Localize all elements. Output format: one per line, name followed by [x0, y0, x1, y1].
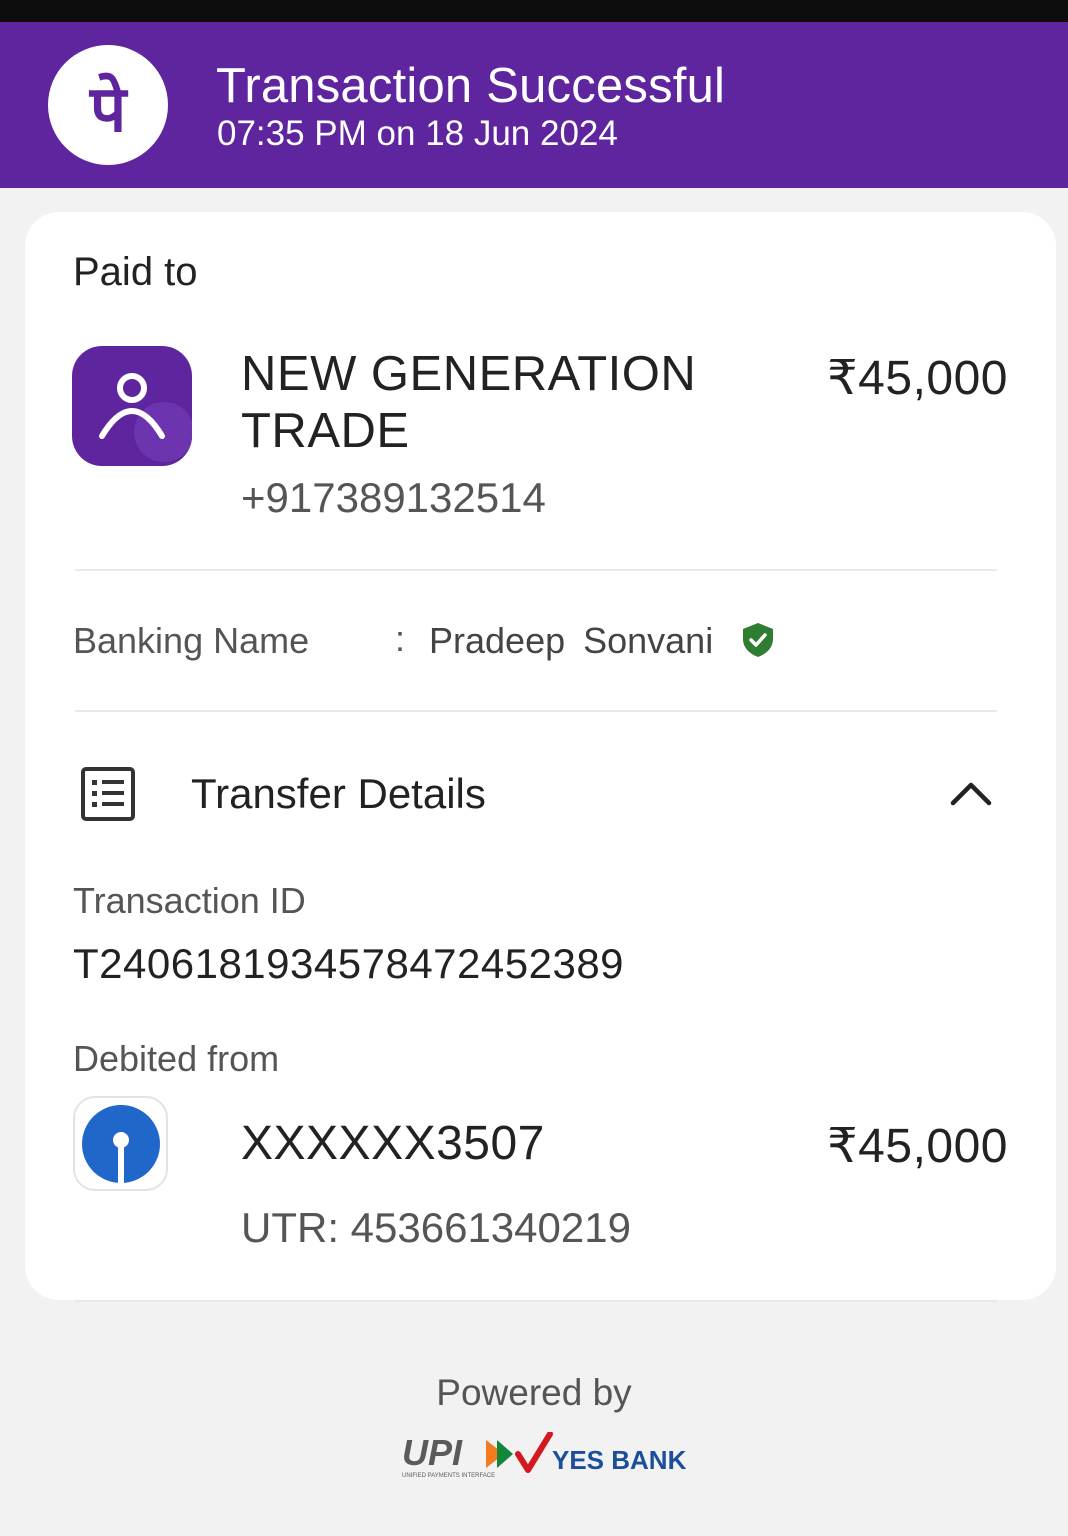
payee-name: NEW GENERATION TRADE: [241, 347, 697, 458]
status-bar: [0, 0, 1068, 22]
debit-account-number: XXXXXX3507: [241, 1117, 545, 1170]
divider: [75, 1300, 997, 1302]
debited-amount: ₹45,000: [827, 1120, 1008, 1173]
chevron-up-icon[interactable]: [949, 778, 993, 808]
banking-name-label: Banking Name: [73, 620, 310, 661]
banking-name-separator: :: [395, 618, 406, 659]
paid-amount: ₹45,000: [827, 352, 1008, 405]
transaction-card: Paid to NEW GENERATION TRADE +9173891325…: [25, 212, 1056, 1300]
payee-phone: +917389132514: [241, 474, 546, 521]
transaction-timestamp: 07:35 PM on 18 Jun 2024: [217, 114, 618, 153]
divider: [75, 569, 997, 571]
svg-text:YES BANK: YES BANK: [552, 1445, 687, 1475]
partner-logos: UPI UNIFIED PAYMENTS INTERFACE YES BANK: [400, 1431, 690, 1482]
person-icon: [72, 346, 192, 466]
banking-name-value: Pradeep Sonvani: [429, 620, 714, 661]
svg-text:पे: पे: [89, 72, 129, 147]
shield-check-icon: [743, 623, 773, 657]
debited-from-label: Debited from: [73, 1038, 280, 1079]
svg-text:UNIFIED PAYMENTS INTERFACE: UNIFIED PAYMENTS INTERFACE: [402, 1473, 495, 1479]
divider: [75, 710, 997, 712]
receipt-list-icon: [81, 767, 135, 821]
app-header: पे Transaction Successful 07:35 PM on 18…: [0, 22, 1068, 188]
upi-yes-bank-logo: UPI UNIFIED PAYMENTS INTERFACE YES BANK: [402, 1431, 687, 1479]
page-title: Transaction Successful: [216, 59, 726, 113]
sbi-logo-icon: [73, 1096, 168, 1191]
phonepe-logo-icon: पे: [89, 72, 129, 147]
powered-by-label: Powered by: [436, 1372, 632, 1413]
transaction-id-label: Transaction ID: [73, 880, 306, 921]
phonepe-logo: पे: [48, 45, 168, 165]
svg-text:UPI: UPI: [402, 1432, 463, 1473]
paid-to-label: Paid to: [73, 250, 198, 294]
transfer-details-title: Transfer Details: [191, 770, 486, 817]
utr-number[interactable]: UTR: 453661340219: [241, 1204, 631, 1252]
transaction-id-value[interactable]: T2406181934578472452389: [73, 940, 624, 988]
